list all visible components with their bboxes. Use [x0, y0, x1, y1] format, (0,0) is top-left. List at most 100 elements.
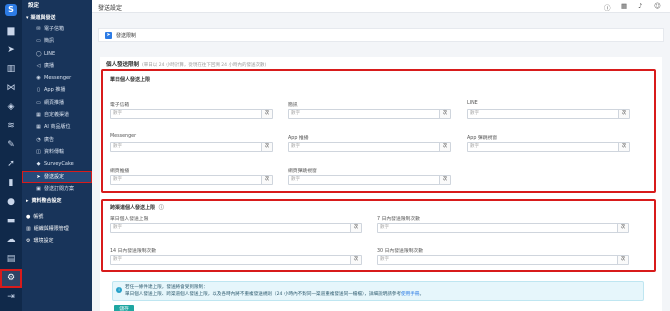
limit-input-group[interactable]: 數字次 — [467, 109, 630, 119]
logout-icon[interactable]: ⇥ — [0, 288, 22, 307]
sidebar-item[interactable]: ➤ 發送設定 — [22, 170, 92, 183]
sidebar-item[interactable]: ◆ SurveyCake — [22, 158, 92, 170]
bar-chart-icon[interactable]: ▮ — [0, 174, 22, 193]
bell-icon[interactable]: ♪ — [638, 2, 642, 10]
group-label: 資料整合設定 — [31, 198, 62, 205]
folder-icon[interactable]: ▬ — [0, 212, 22, 231]
notice-text: 單日個人發送上限、跨渠道個人發送上限，以及各時內將不重複發送規則（24 小時內不… — [125, 291, 402, 297]
sidebar-item[interactable]: ◉ Messenger — [22, 72, 92, 84]
icon-rail: S ▆ ➤ ▥ ⋈ ◈ ≋ ✎ ➚ ▮ ● ▬ ☁ ▤ ⚙ ⇥ — [0, 0, 22, 311]
sidebar-item[interactable]: ▦ AI 商品版位 — [22, 121, 92, 133]
limit-input-group[interactable]: 數字次 — [110, 142, 273, 152]
sidebar-item-label: 組織與權限管理 — [33, 226, 69, 233]
sidebar-item-icon: ▯ — [37, 87, 40, 94]
field-label: 簡訊 — [288, 103, 298, 108]
number-input[interactable]: 數字 — [111, 143, 261, 151]
sidebar-item[interactable]: ◁ 廣播 — [22, 60, 92, 72]
sidebar-item[interactable]: ◫ 資料傳輸 — [22, 146, 92, 158]
number-input[interactable]: 數字 — [111, 110, 261, 118]
limit-input-group[interactable]: 數字次 — [377, 223, 629, 233]
sidebar-item-label: SurveyCake — [44, 161, 74, 168]
flow-icon[interactable]: ⋈ — [0, 79, 22, 98]
number-input[interactable]: 數字 — [111, 224, 350, 232]
apps-grid-icon[interactable]: ▦ — [621, 2, 627, 10]
sidebar-item[interactable]: ▭ 簡訊 — [22, 35, 92, 47]
settings-sidebar: 設定 ▾ 渠道與發送 ✉ 電子信箱 ▭ 簡訊 ◯ LINE ◁ 廣播 ◉ Messenger ▯ Ap… — [22, 0, 92, 311]
sidebar-item-icon: ▭ — [36, 38, 41, 45]
number-input[interactable]: 數字 — [289, 110, 439, 118]
limit-input-group[interactable]: 數字次 — [110, 223, 362, 233]
sidebar-item[interactable]: ▯ App 推播 — [22, 84, 92, 96]
tab-label: 發送限制 — [116, 32, 137, 39]
dashboard-icon[interactable]: ▆ — [0, 22, 22, 41]
sidebar-item[interactable]: ▭ 網頁推播 — [22, 97, 92, 109]
sidebar-item-icon: ✉ — [36, 26, 41, 32]
sidebar-section-channels[interactable]: ▾ 渠道與發送 — [22, 13, 92, 23]
sidebar-item[interactable]: ◯ LINE — [22, 48, 92, 60]
limit-input-group[interactable]: 數字次 — [288, 175, 451, 185]
number-input[interactable]: 數字 — [289, 176, 439, 184]
save-button[interactable]: 儲存 — [114, 305, 134, 311]
field-label: Messenger — [110, 134, 137, 139]
sidebar-item[interactable]: ● 帳號 — [22, 211, 92, 223]
panel-title-text: 跨渠道個人發送上限 — [110, 205, 156, 211]
number-input[interactable]: 數字 — [378, 224, 617, 232]
tab-send-limit[interactable]: ➤ 發送限制 — [98, 28, 664, 42]
unit-suffix: 次 — [439, 143, 450, 151]
sidebar-item-icon: ◆ — [36, 161, 41, 168]
rocket-icon[interactable]: ➚ — [0, 155, 22, 174]
sidebar-item-icon: ◁ — [36, 62, 41, 69]
limit-field: App 彈跳視窗 數字次 — [467, 134, 630, 152]
user-icon[interactable]: ● — [0, 193, 22, 212]
sidebar-item[interactable]: ◔ 廣告 — [22, 134, 92, 146]
number-input[interactable]: 數字 — [111, 256, 350, 264]
help-icon[interactable]: ⓘ — [604, 2, 611, 12]
sidebar-item-label: 發送訂閱方案 — [44, 185, 75, 192]
chevron-right-icon: ▸ — [26, 198, 29, 205]
limit-input-group[interactable]: 數字次 — [467, 142, 630, 152]
manual-link[interactable]: 使用手冊 — [401, 292, 419, 297]
sidebar-item[interactable]: ▣ 發送訂閱方案 — [22, 183, 92, 195]
number-input[interactable]: 數字 — [111, 176, 261, 184]
info-icon[interactable]: ⓘ — [159, 205, 164, 211]
field-label: 14 日內發送限制次數 — [110, 249, 157, 254]
limit-input-group[interactable]: 數字次 — [288, 142, 451, 152]
sidebar-item-icon: ▥ — [26, 226, 31, 233]
book-icon[interactable]: ▤ — [0, 250, 22, 269]
cloud-icon[interactable]: ☁ — [0, 231, 22, 250]
limit-input-group[interactable]: 數字次 — [110, 255, 362, 265]
unit-suffix: 次 — [618, 110, 629, 118]
sidebar-item[interactable]: ⚙ 環境設定 — [22, 235, 92, 247]
sidebar-item-label: 發送設定 — [44, 173, 65, 180]
sidebar-item[interactable]: ▦ 自定義渠道 — [22, 109, 92, 121]
sidebar-item-label: 電子信箱 — [44, 26, 65, 32]
cross-channel-limit-panel: 跨渠道個人發送上限 ⓘ 單日個人發送上限 數字次 7 日內發送限制次數 數字次 14 日… — [101, 199, 656, 272]
sidebar-group-data-integration[interactable]: ▸ 資料整合設定 — [22, 195, 92, 207]
unit-suffix: 次 — [261, 176, 272, 184]
unit-suffix: 次 — [618, 143, 629, 151]
user-icon[interactable]: ☺ — [654, 2, 661, 10]
number-input[interactable]: 數字 — [289, 143, 439, 151]
sidebar-item[interactable]: ✉ 電子信箱 — [22, 23, 92, 35]
limit-input-group[interactable]: 數字次 — [110, 175, 273, 185]
database-icon[interactable]: ≋ — [0, 117, 22, 136]
sidebar-item[interactable]: ▥ 組織與權限管理 — [22, 223, 92, 235]
sidebar-item-icon: ◉ — [36, 75, 41, 82]
app-logo[interactable]: S — [5, 4, 17, 16]
limit-field: 14 日內發送限制次數 數字次 — [110, 247, 362, 265]
limit-input-group[interactable]: 數字次 — [377, 255, 629, 265]
limit-input-group[interactable]: 數字次 — [288, 109, 451, 119]
sidebar-item-icon: ▦ — [36, 124, 41, 131]
sidebar-item-icon: ▣ — [36, 185, 41, 192]
send-icon[interactable]: ➤ — [0, 41, 22, 60]
tag-icon[interactable]: ◈ — [0, 98, 22, 117]
section-title-text: 個人發送限制 — [106, 62, 140, 68]
magic-icon[interactable]: ✎ — [0, 136, 22, 155]
chart-icon[interactable]: ▥ — [0, 60, 22, 79]
number-input[interactable]: 數字 — [468, 110, 618, 118]
limit-input-group[interactable]: 數字次 — [110, 109, 273, 119]
gear-icon[interactable]: ⚙ — [0, 269, 22, 288]
number-input[interactable]: 數字 — [378, 256, 617, 264]
number-input[interactable]: 數字 — [468, 143, 618, 151]
sidebar-item-label: 簡訊 — [44, 38, 55, 45]
